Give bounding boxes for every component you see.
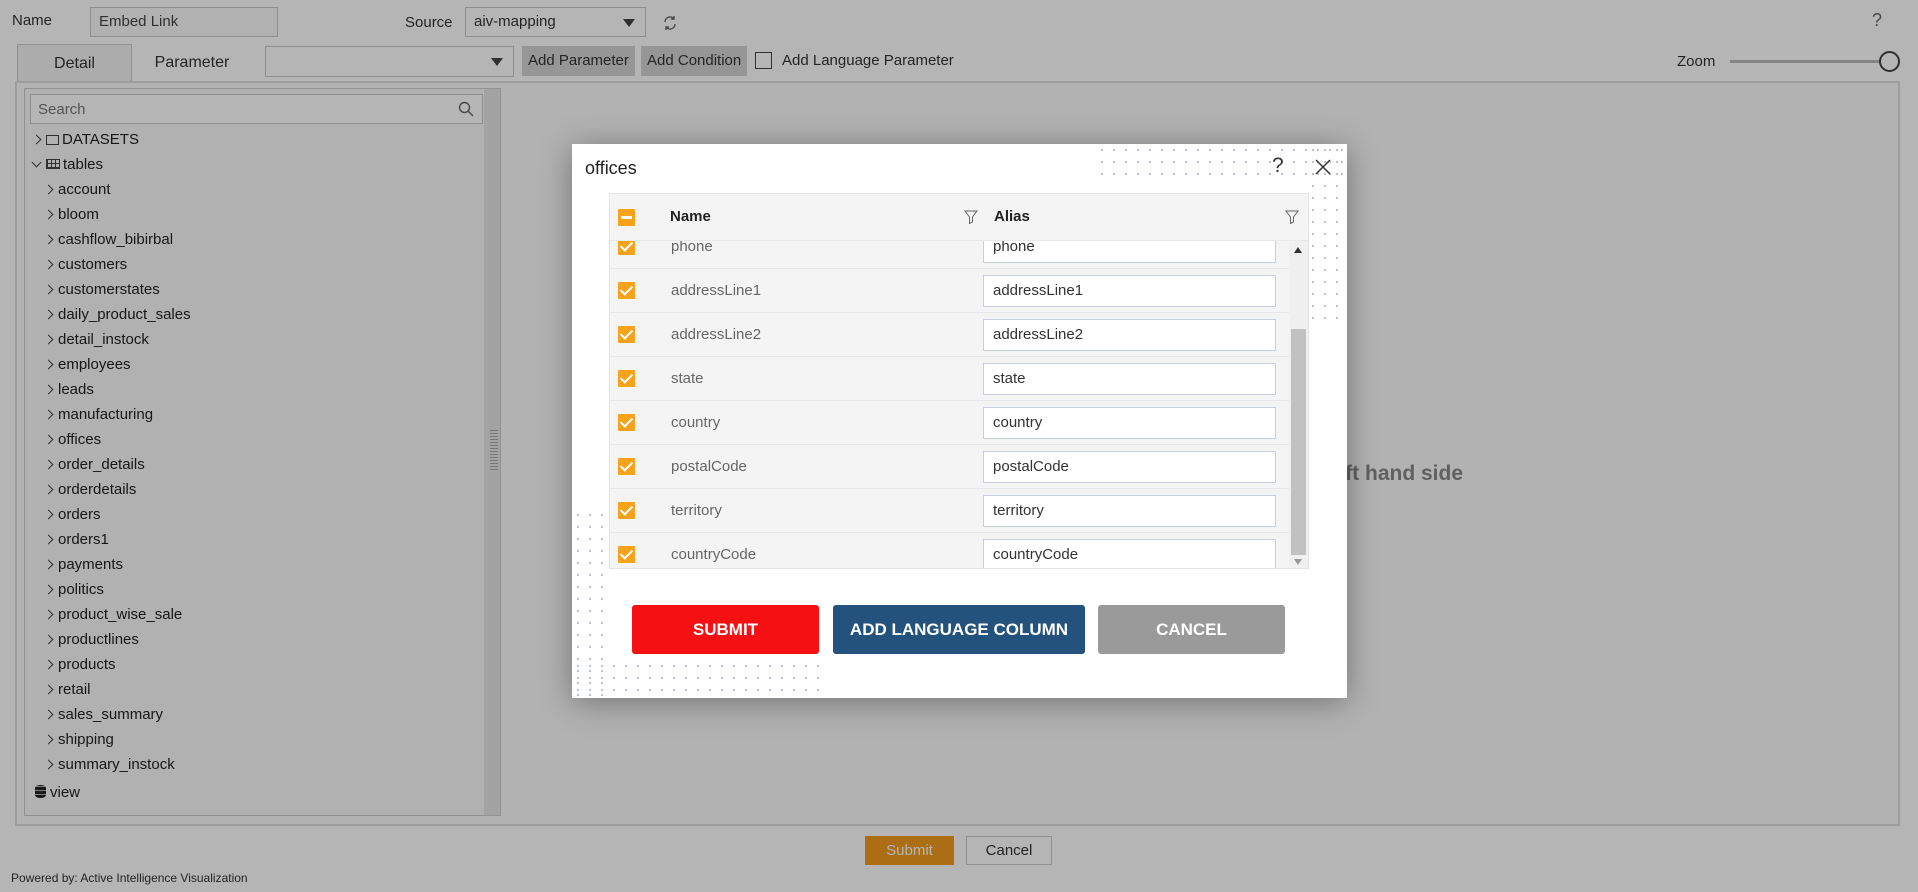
grid-row: territory territory xyxy=(610,489,1290,533)
row-checkbox[interactable] xyxy=(618,370,635,387)
row-checkbox[interactable] xyxy=(618,326,635,343)
alias-input[interactable]: addressLine1 xyxy=(983,275,1276,307)
select-all-checkbox[interactable] xyxy=(618,209,635,226)
alias-input[interactable]: countryCode xyxy=(983,539,1276,568)
filter-icon[interactable] xyxy=(964,210,978,224)
column-name: territory xyxy=(671,502,722,519)
alias-input[interactable]: country xyxy=(983,407,1276,439)
row-checkbox[interactable] xyxy=(618,502,635,519)
scroll-thumb[interactable] xyxy=(1291,329,1306,555)
dialog-cancel-button[interactable]: CANCEL xyxy=(1098,605,1285,654)
column-name: country xyxy=(671,414,721,431)
row-checkbox[interactable] xyxy=(618,458,635,475)
grid-scrollbar[interactable] xyxy=(1289,241,1308,568)
alias-input[interactable]: addressLine2 xyxy=(983,319,1276,351)
add-language-column-button[interactable]: ADD LANGUAGE COLUMN xyxy=(833,605,1085,654)
row-checkbox[interactable] xyxy=(618,546,635,563)
column-alias-dialog: offices ? Name Alias phone phone addressLi… xyxy=(572,144,1347,698)
dot-pattern xyxy=(572,660,819,698)
grid-row: country country xyxy=(610,401,1290,445)
column-header-name: Name xyxy=(670,208,711,225)
filter-icon[interactable] xyxy=(1285,210,1299,224)
column-name: addressLine1 xyxy=(671,282,762,299)
column-name: addressLine2 xyxy=(671,326,762,343)
grid-row: postalCode postalCode xyxy=(610,445,1290,489)
alias-input[interactable]: state xyxy=(983,363,1276,395)
column-name: state xyxy=(671,370,704,387)
dialog-submit-button[interactable]: SUBMIT xyxy=(632,605,819,654)
alias-input[interactable]: territory xyxy=(983,495,1276,527)
row-checkbox[interactable] xyxy=(618,414,635,431)
scroll-up-arrow-icon[interactable] xyxy=(1294,247,1302,253)
column-name: countryCode xyxy=(671,546,757,563)
column-name: postalCode xyxy=(671,458,747,475)
grid-row: countryCode countryCode xyxy=(610,533,1290,568)
column-header-alias: Alias xyxy=(994,208,1030,225)
grid-row: addressLine1 addressLine1 xyxy=(610,269,1290,313)
grid-row: state state xyxy=(610,357,1290,401)
grid-row: addressLine2 addressLine2 xyxy=(610,313,1290,357)
row-checkbox[interactable] xyxy=(618,282,635,299)
columns-grid: Name Alias phone phone addressLine1 address… xyxy=(609,193,1309,569)
dialog-title: offices xyxy=(585,158,637,178)
grid-header: Name Alias xyxy=(610,194,1308,241)
close-icon[interactable] xyxy=(1315,159,1331,175)
alias-input[interactable]: postalCode xyxy=(983,451,1276,483)
scroll-down-arrow-icon[interactable] xyxy=(1294,559,1302,565)
help-icon[interactable]: ? xyxy=(1272,154,1284,178)
